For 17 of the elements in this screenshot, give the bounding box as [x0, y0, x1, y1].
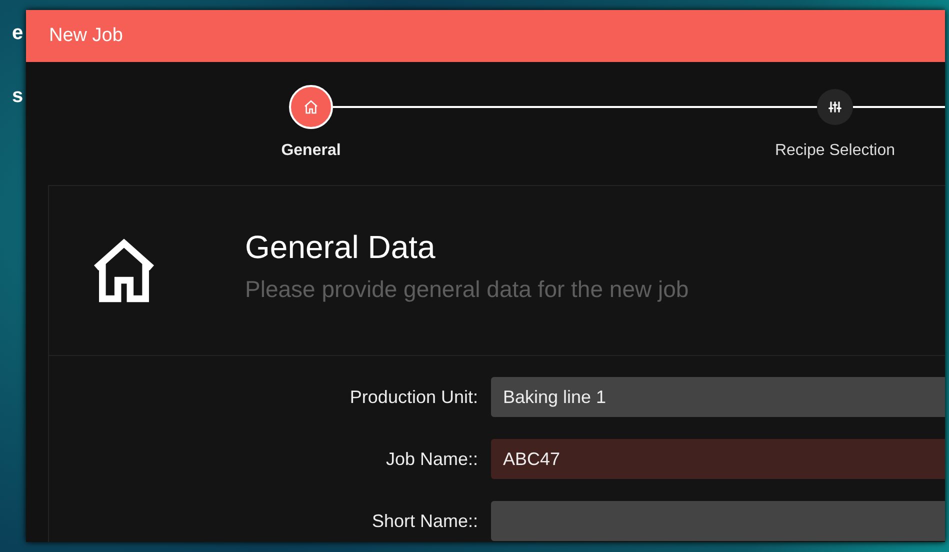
- section-subtitle: Please provide general data for the new job: [245, 276, 689, 302]
- background-text: e: [12, 22, 24, 45]
- field-label: Job Name::: [384, 448, 478, 470]
- field-label: Short Name::: [370, 510, 478, 532]
- sliders-icon: [827, 99, 843, 115]
- field-label: Production Unit:: [348, 386, 478, 408]
- step-label[interactable]: General: [221, 142, 401, 160]
- step-label[interactable]: Recipe Selection: [745, 142, 925, 160]
- section-title: General Data: [245, 228, 436, 266]
- background-text: s: [12, 85, 24, 108]
- house-icon: [303, 99, 319, 115]
- text-field[interactable]: Baking line 1: [491, 377, 945, 417]
- text-field[interactable]: [491, 501, 945, 541]
- dialog-title: New Job: [49, 25, 123, 47]
- text-field[interactable]: ABC47: [491, 439, 945, 479]
- step-circle[interactable]: [817, 89, 853, 125]
- step-circle[interactable]: [289, 85, 333, 129]
